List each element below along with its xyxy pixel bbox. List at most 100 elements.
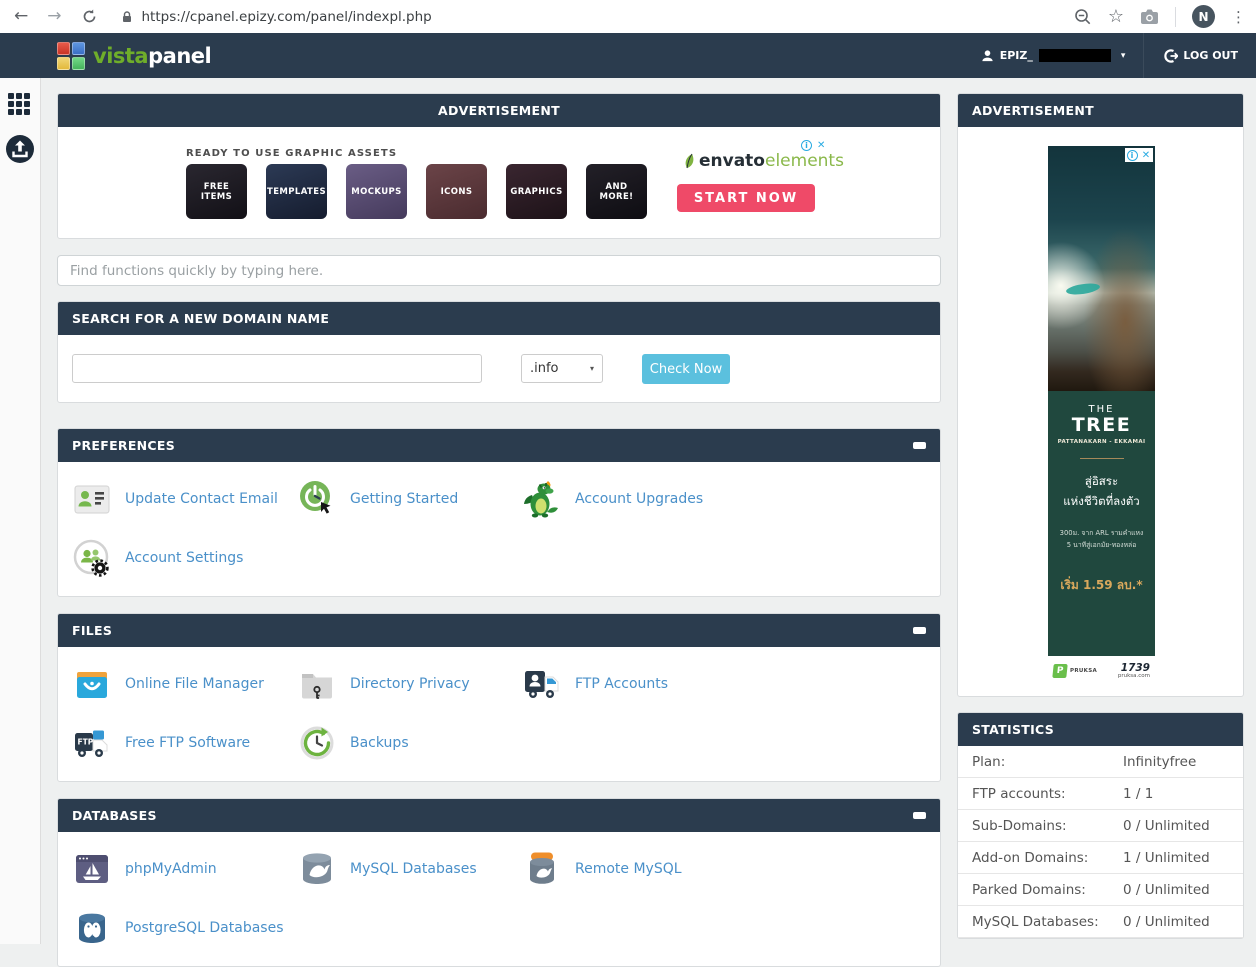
item-label: Getting Started [350,491,458,507]
ad-tile[interactable]: TEMPLATES [266,164,327,219]
item-label: PostgreSQL Databases [125,920,284,936]
domain-search-card: SEARCH FOR A NEW DOMAIN NAME .info ▾ Che… [57,301,941,403]
tld-selected-value: .info [530,361,559,376]
browser-menu-icon[interactable]: ⋮ [1231,8,1246,26]
domain-search-body: .info ▾ Check Now [58,335,940,402]
elements-wordmark: elements [765,151,844,171]
main-column: ADVERTISEMENT READY TO USE GRAPHIC ASSET… [57,93,941,967]
stat-value: 1 / 1 [1123,786,1229,802]
logout-icon [1164,49,1178,63]
apps-grid-icon[interactable] [8,93,30,115]
backup-clock-icon [297,723,337,763]
ad-close-icon[interactable]: ✕ [1139,148,1153,162]
adchoices-info-icon[interactable]: i [1127,150,1138,161]
link-account-settings[interactable]: Account Settings [72,536,297,580]
ad-tile[interactable]: GRAPHICS [506,164,567,219]
link-directory-privacy[interactable]: Directory Privacy [297,662,522,706]
statistics-header: STATISTICS [958,713,1243,746]
link-remote-mysql[interactable]: Remote MySQL [522,847,747,891]
link-mysql-databases[interactable]: MySQL Databases [297,847,522,891]
zoom-out-icon[interactable] [1074,8,1092,26]
brand-vista: vista [93,44,148,68]
stat-label: Plan: [972,754,1123,770]
logout-label: LOG OUT [1183,49,1238,62]
link-account-upgrades[interactable]: Account Upgrades [522,477,747,521]
ad-photo: i ✕ [1048,146,1155,391]
dragon-mascot-icon [522,479,562,519]
domain-search-header: SEARCH FOR A NEW DOMAIN NAME [58,302,940,335]
statistics-table: Plan: Infinityfree FTP accounts: 1 / 1 S… [958,746,1243,938]
link-ftp-accounts[interactable]: FTP Accounts [522,662,747,706]
domain-name-input[interactable] [72,354,482,383]
link-update-contact-email[interactable]: Update Contact Email [72,477,297,521]
forward-icon[interactable]: → [47,8,61,25]
link-postgresql-databases[interactable]: PostgreSQL Databases [72,906,297,950]
advertisement-title: ADVERTISEMENT [438,103,560,118]
sidebar-advertisement-card: ADVERTISEMENT i ✕ THE TREE PATTANAKARN -… [957,93,1244,697]
browser-chrome: ← → https://cpanel.epizy.com/panel/index… [0,0,1256,33]
user-icon [981,49,994,62]
url-text[interactable]: https://cpanel.epizy.com/panel/indexpl.p… [142,9,432,25]
function-search-input[interactable] [57,255,941,286]
adchoices-info-icon[interactable]: i [801,140,812,151]
logout-button[interactable]: LOG OUT [1143,33,1256,78]
item-label: Account Settings [125,550,243,566]
ad-close-icon[interactable]: ✕ [817,140,825,151]
feather-graphic [1065,281,1100,298]
stat-label: MySQL Databases: [972,914,1123,930]
back-icon[interactable]: ← [14,8,28,25]
check-now-button[interactable]: Check Now [642,354,730,384]
sidebar-advertisement-title: ADVERTISEMENT [972,103,1094,118]
stat-value: 0 / Unlimited [1123,818,1229,834]
collapse-icon[interactable] [913,627,926,634]
item-label: Backups [350,735,409,751]
collapse-icon[interactable] [913,812,926,819]
link-free-ftp-software[interactable]: FTP Free FTP Software [72,721,297,765]
envato-logo[interactable]: envatoelements [684,151,844,171]
contact-card-icon [72,479,112,519]
user-dropdown[interactable]: EPIZ_ ▾ [963,33,1144,78]
envato-wordmark: envato [699,151,765,171]
stat-value: 0 / Unlimited [1123,914,1229,930]
ad-tile[interactable]: MOCKUPS [346,164,407,219]
url-bar[interactable]: https://cpanel.epizy.com/panel/indexpl.p… [120,9,432,25]
link-phpmyadmin[interactable]: phpMyAdmin [72,847,297,891]
select-caret-icon: ▾ [590,364,594,373]
logo-squares-icon [57,42,85,70]
chrome-divider [1175,7,1176,27]
link-online-file-manager[interactable]: Online File Manager [72,662,297,706]
link-getting-started[interactable]: Getting Started [297,477,522,521]
reload-icon[interactable] [81,8,98,25]
left-rail [0,78,41,944]
collapse-icon[interactable] [913,442,926,449]
tld-select[interactable]: .info ▾ [521,354,603,383]
redacted-username [1039,49,1111,62]
bookmark-star-icon[interactable]: ☆ [1108,8,1124,26]
start-now-button[interactable]: START NOW [677,184,815,212]
ad-tile[interactable]: ICONS [426,164,487,219]
ftp-truck-icon: FTP [72,723,112,763]
phpmyadmin-sailboat-icon [72,849,112,889]
postgresql-elephant-icon [72,908,112,948]
ad-tile[interactable]: AND MORE! [586,164,647,219]
advertisement-header: ADVERTISEMENT [58,94,940,127]
ad-creative[interactable]: i ✕ THE TREE PATTANAKARN - EKKAMAI สู่อิ… [1048,146,1155,686]
upload-icon[interactable] [5,134,35,164]
link-backups[interactable]: Backups [297,721,522,765]
vistapanel-logo: vistapanel [57,42,211,70]
stat-value: Infinityfree [1123,754,1229,770]
ad-line-tree: TREE [1048,414,1155,436]
envato-leaf-icon [684,153,696,170]
ad-tile[interactable]: FREE ITEMS [186,164,247,219]
stat-row-plan: Plan: Infinityfree [958,746,1243,778]
camera-icon[interactable] [1140,8,1159,25]
ad-tiles: FREE ITEMS TEMPLATES MOCKUPS ICONS GRAPH… [186,164,647,219]
ad-footer: P PRUKSA 1739 pruksa.com [1048,656,1155,686]
mysql-database-icon [297,849,337,889]
browser-profile-avatar[interactable]: N [1192,5,1215,28]
preferences-title: PREFERENCES [72,438,175,453]
pruksa-logo: P [1052,664,1067,678]
advertisement-content[interactable]: READY TO USE GRAPHIC ASSETS FREE ITEMS T… [58,127,940,238]
advertiser-name: PRUKSA [1070,668,1097,674]
ad-thai-line4: 5 นาทีสู่เอกมัย-ทองหล่อ [1048,539,1155,551]
